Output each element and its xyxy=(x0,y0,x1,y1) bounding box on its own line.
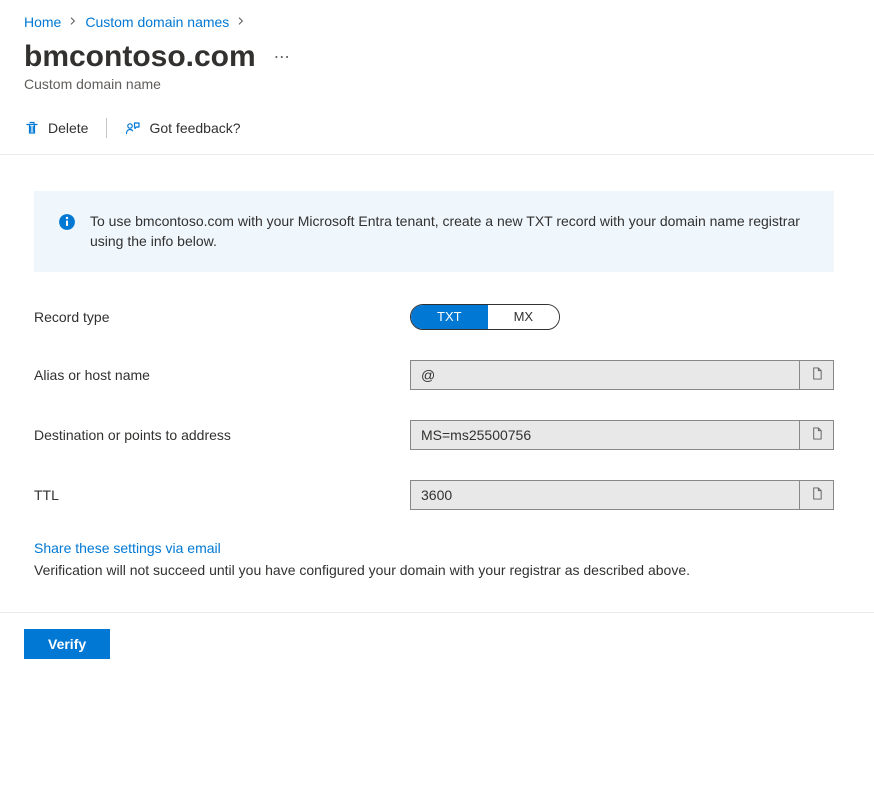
info-icon xyxy=(58,213,76,231)
breadcrumb-home[interactable]: Home xyxy=(24,14,61,30)
verify-button[interactable]: Verify xyxy=(24,629,110,659)
ttl-field[interactable] xyxy=(410,480,800,510)
page-title: bmcontoso.com xyxy=(24,40,256,74)
feedback-button[interactable]: Got feedback? xyxy=(125,116,240,140)
copy-icon xyxy=(810,426,823,444)
chevron-right-icon xyxy=(69,16,77,28)
delete-label: Delete xyxy=(48,120,88,136)
delete-button[interactable]: Delete xyxy=(24,116,88,140)
copy-alias-button[interactable] xyxy=(800,360,834,390)
alias-label: Alias or host name xyxy=(34,367,410,383)
destination-label: Destination or points to address xyxy=(34,427,410,443)
toolbar-divider xyxy=(106,118,107,138)
person-feedback-icon xyxy=(125,120,141,136)
page-subtitle: Custom domain name xyxy=(24,76,850,92)
more-icon[interactable]: ⋯ xyxy=(270,47,295,67)
alias-field[interactable] xyxy=(410,360,800,390)
verification-note: Verification will not succeed until you … xyxy=(34,560,826,580)
toolbar: Delete Got feedback? xyxy=(0,96,874,154)
copy-icon xyxy=(810,366,823,384)
breadcrumb-custom-domains[interactable]: Custom domain names xyxy=(85,14,229,30)
info-text: To use bmcontoso.com with your Microsoft… xyxy=(90,211,810,252)
record-type-txt[interactable]: TXT xyxy=(411,305,488,329)
info-banner: To use bmcontoso.com with your Microsoft… xyxy=(34,191,834,272)
copy-icon xyxy=(810,486,823,504)
record-type-mx[interactable]: MX xyxy=(488,305,560,329)
destination-field[interactable] xyxy=(410,420,800,450)
ttl-label: TTL xyxy=(34,487,410,503)
trash-icon xyxy=(24,120,40,136)
share-email-link[interactable]: Share these settings via email xyxy=(34,540,221,556)
feedback-label: Got feedback? xyxy=(149,120,240,136)
copy-ttl-button[interactable] xyxy=(800,480,834,510)
record-type-toggle: TXT MX xyxy=(410,304,560,330)
chevron-right-icon xyxy=(237,16,245,28)
record-type-label: Record type xyxy=(34,309,410,325)
copy-destination-button[interactable] xyxy=(800,420,834,450)
breadcrumb: Home Custom domain names xyxy=(0,0,874,40)
